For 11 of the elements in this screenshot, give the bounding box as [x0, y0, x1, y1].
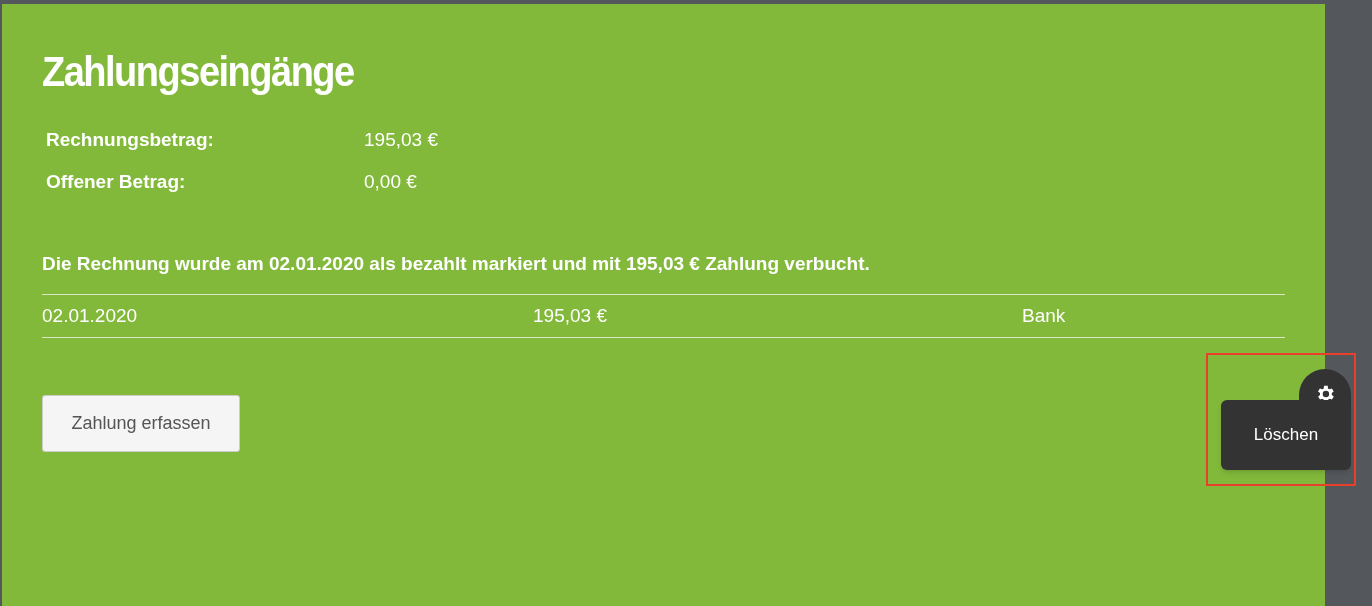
- summary-value: 0,00 €: [364, 170, 417, 194]
- summary-label: Rechnungsbetrag:: [46, 128, 215, 152]
- add-payment-button[interactable]: Zahlung erfassen: [42, 395, 240, 452]
- page-title: Zahlungseingänge: [42, 47, 354, 98]
- payment-message: Die Rechnung wurde am 02.01.2020 als bezahlt markiert und mit 195,03 € Zahlung verbucht.: [42, 252, 871, 276]
- summary-value: 195,03 €: [364, 128, 438, 152]
- payment-date: 02.01.2020: [42, 303, 139, 328]
- context-menu-item[interactable]: Löschen: [1221, 400, 1351, 470]
- summary-label: Offener Betrag:: [46, 170, 187, 194]
- payment-amount: 195,03 €: [533, 303, 608, 328]
- payment-method: Bank: [1022, 303, 1066, 328]
